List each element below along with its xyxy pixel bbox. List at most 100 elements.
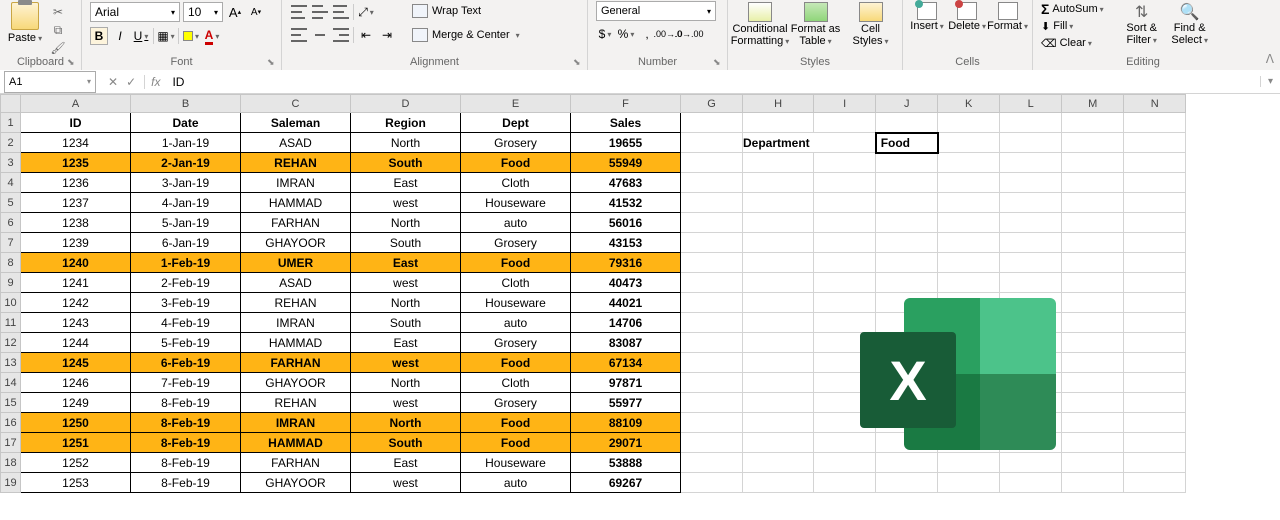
cell-H14[interactable] [743, 373, 814, 393]
cell-F6[interactable]: 56016 [571, 213, 681, 233]
cell-M17[interactable] [1062, 433, 1124, 453]
cell-F16[interactable]: 88109 [571, 413, 681, 433]
borders-button[interactable]: ▦ [157, 27, 175, 45]
cell-F9[interactable]: 40473 [571, 273, 681, 293]
cell-L9[interactable] [1000, 273, 1062, 293]
cell-N11[interactable] [1124, 313, 1186, 333]
cell-D19[interactable]: west [351, 473, 461, 493]
cell-A3[interactable]: 1235 [21, 153, 131, 173]
cell-C16[interactable]: IMRAN [241, 413, 351, 433]
cell-E7[interactable]: Grosery [461, 233, 571, 253]
cell-N13[interactable] [1124, 353, 1186, 373]
cell-D11[interactable]: South [351, 313, 461, 333]
orientation-button[interactable]: ⤢ [357, 3, 375, 21]
row-header-3[interactable]: 3 [1, 153, 21, 173]
cell-A10[interactable]: 1242 [21, 293, 131, 313]
cell-C13[interactable]: FARHAN [241, 353, 351, 373]
alignment-launcher[interactable]: ⬊ [573, 57, 583, 67]
cell-E1[interactable]: Dept [461, 113, 571, 133]
bold-button[interactable]: B [90, 27, 108, 45]
cell-B13[interactable]: 6-Feb-19 [131, 353, 241, 373]
cell-H11[interactable] [743, 313, 814, 333]
cell-C11[interactable]: IMRAN [241, 313, 351, 333]
autosum-button[interactable]: ΣAutoSum [1041, 1, 1104, 17]
cell-B1[interactable]: Date [131, 113, 241, 133]
cell-G14[interactable] [681, 373, 743, 393]
cell-L3[interactable] [1000, 153, 1062, 173]
cell-styles-button[interactable]: Cell Styles [843, 0, 898, 47]
column-header-L[interactable]: L [1000, 95, 1062, 113]
cell-C18[interactable]: FARHAN [241, 453, 351, 473]
cell-N18[interactable] [1124, 453, 1186, 473]
cell-F17[interactable]: 29071 [571, 433, 681, 453]
cell-C5[interactable]: HAMMAD [241, 193, 351, 213]
cell-B11[interactable]: 4-Feb-19 [131, 313, 241, 333]
row-header-9[interactable]: 9 [1, 273, 21, 293]
cell-J3[interactable] [876, 153, 938, 173]
increase-indent-button[interactable]: ⇥ [378, 26, 396, 44]
cell-N14[interactable] [1124, 373, 1186, 393]
cell-L19[interactable] [1000, 473, 1062, 493]
cell-A1[interactable]: ID [21, 113, 131, 133]
cell-L6[interactable] [1000, 213, 1062, 233]
sort-filter-button[interactable]: ⇅Sort & Filter [1120, 0, 1164, 46]
align-middle-button[interactable] [311, 3, 329, 21]
cell-F14[interactable]: 97871 [571, 373, 681, 393]
cell-L1[interactable] [1000, 113, 1062, 133]
align-center-button[interactable] [311, 26, 329, 44]
cell-B18[interactable]: 8-Feb-19 [131, 453, 241, 473]
select-all-corner[interactable] [1, 95, 21, 113]
conditional-formatting-button[interactable]: Conditional Formatting [732, 0, 788, 47]
cell-J7[interactable] [876, 233, 938, 253]
cell-G6[interactable] [681, 213, 743, 233]
cell-K2[interactable] [938, 133, 1000, 153]
cell-E10[interactable]: Houseware [461, 293, 571, 313]
cell-C10[interactable]: REHAN [241, 293, 351, 313]
cell-N19[interactable] [1124, 473, 1186, 493]
align-left-button[interactable] [290, 26, 308, 44]
cell-N6[interactable] [1124, 213, 1186, 233]
cell-C19[interactable]: GHAYOOR [241, 473, 351, 493]
cell-I9[interactable] [814, 273, 876, 293]
cell-A17[interactable]: 1251 [21, 433, 131, 453]
row-header-15[interactable]: 15 [1, 393, 21, 413]
cell-G3[interactable] [681, 153, 743, 173]
cell-G7[interactable] [681, 233, 743, 253]
decrease-decimal-button[interactable]: .0→.00 [680, 25, 698, 43]
cell-G19[interactable] [681, 473, 743, 493]
cell-M19[interactable] [1062, 473, 1124, 493]
cell-K5[interactable] [938, 193, 1000, 213]
cell-I7[interactable] [814, 233, 876, 253]
cell-H15[interactable] [743, 393, 814, 413]
cell-J1[interactable] [876, 113, 938, 133]
cell-G16[interactable] [681, 413, 743, 433]
formula-expand-button[interactable]: ▾ [1260, 76, 1280, 87]
cell-N1[interactable] [1124, 113, 1186, 133]
collapse-ribbon-button[interactable]: ᐱ [1266, 52, 1274, 66]
column-header-A[interactable]: A [21, 95, 131, 113]
cell-M9[interactable] [1062, 273, 1124, 293]
cell-A15[interactable]: 1249 [21, 393, 131, 413]
cut-button[interactable]: ✂ [48, 4, 68, 20]
name-box[interactable]: A1▾ [4, 71, 96, 93]
cell-C2[interactable]: ASAD [241, 133, 351, 153]
cell-D6[interactable]: North [351, 213, 461, 233]
cell-M3[interactable] [1062, 153, 1124, 173]
cell-N4[interactable] [1124, 173, 1186, 193]
cell-N3[interactable] [1124, 153, 1186, 173]
cell-K1[interactable] [938, 113, 1000, 133]
cell-G1[interactable] [681, 113, 743, 133]
cell-H1[interactable] [743, 113, 814, 133]
cell-G10[interactable] [681, 293, 743, 313]
cell-B2[interactable]: 1-Jan-19 [131, 133, 241, 153]
cell-H16[interactable] [743, 413, 814, 433]
format-button[interactable]: Format [987, 0, 1028, 32]
cell-J2[interactable]: Food [876, 133, 938, 153]
cell-J6[interactable] [876, 213, 938, 233]
cell-F7[interactable]: 43153 [571, 233, 681, 253]
cell-C17[interactable]: HAMMAD [241, 433, 351, 453]
cell-M7[interactable] [1062, 233, 1124, 253]
cell-A13[interactable]: 1245 [21, 353, 131, 373]
delete-button[interactable]: Delete [947, 0, 987, 32]
cell-B14[interactable]: 7-Feb-19 [131, 373, 241, 393]
